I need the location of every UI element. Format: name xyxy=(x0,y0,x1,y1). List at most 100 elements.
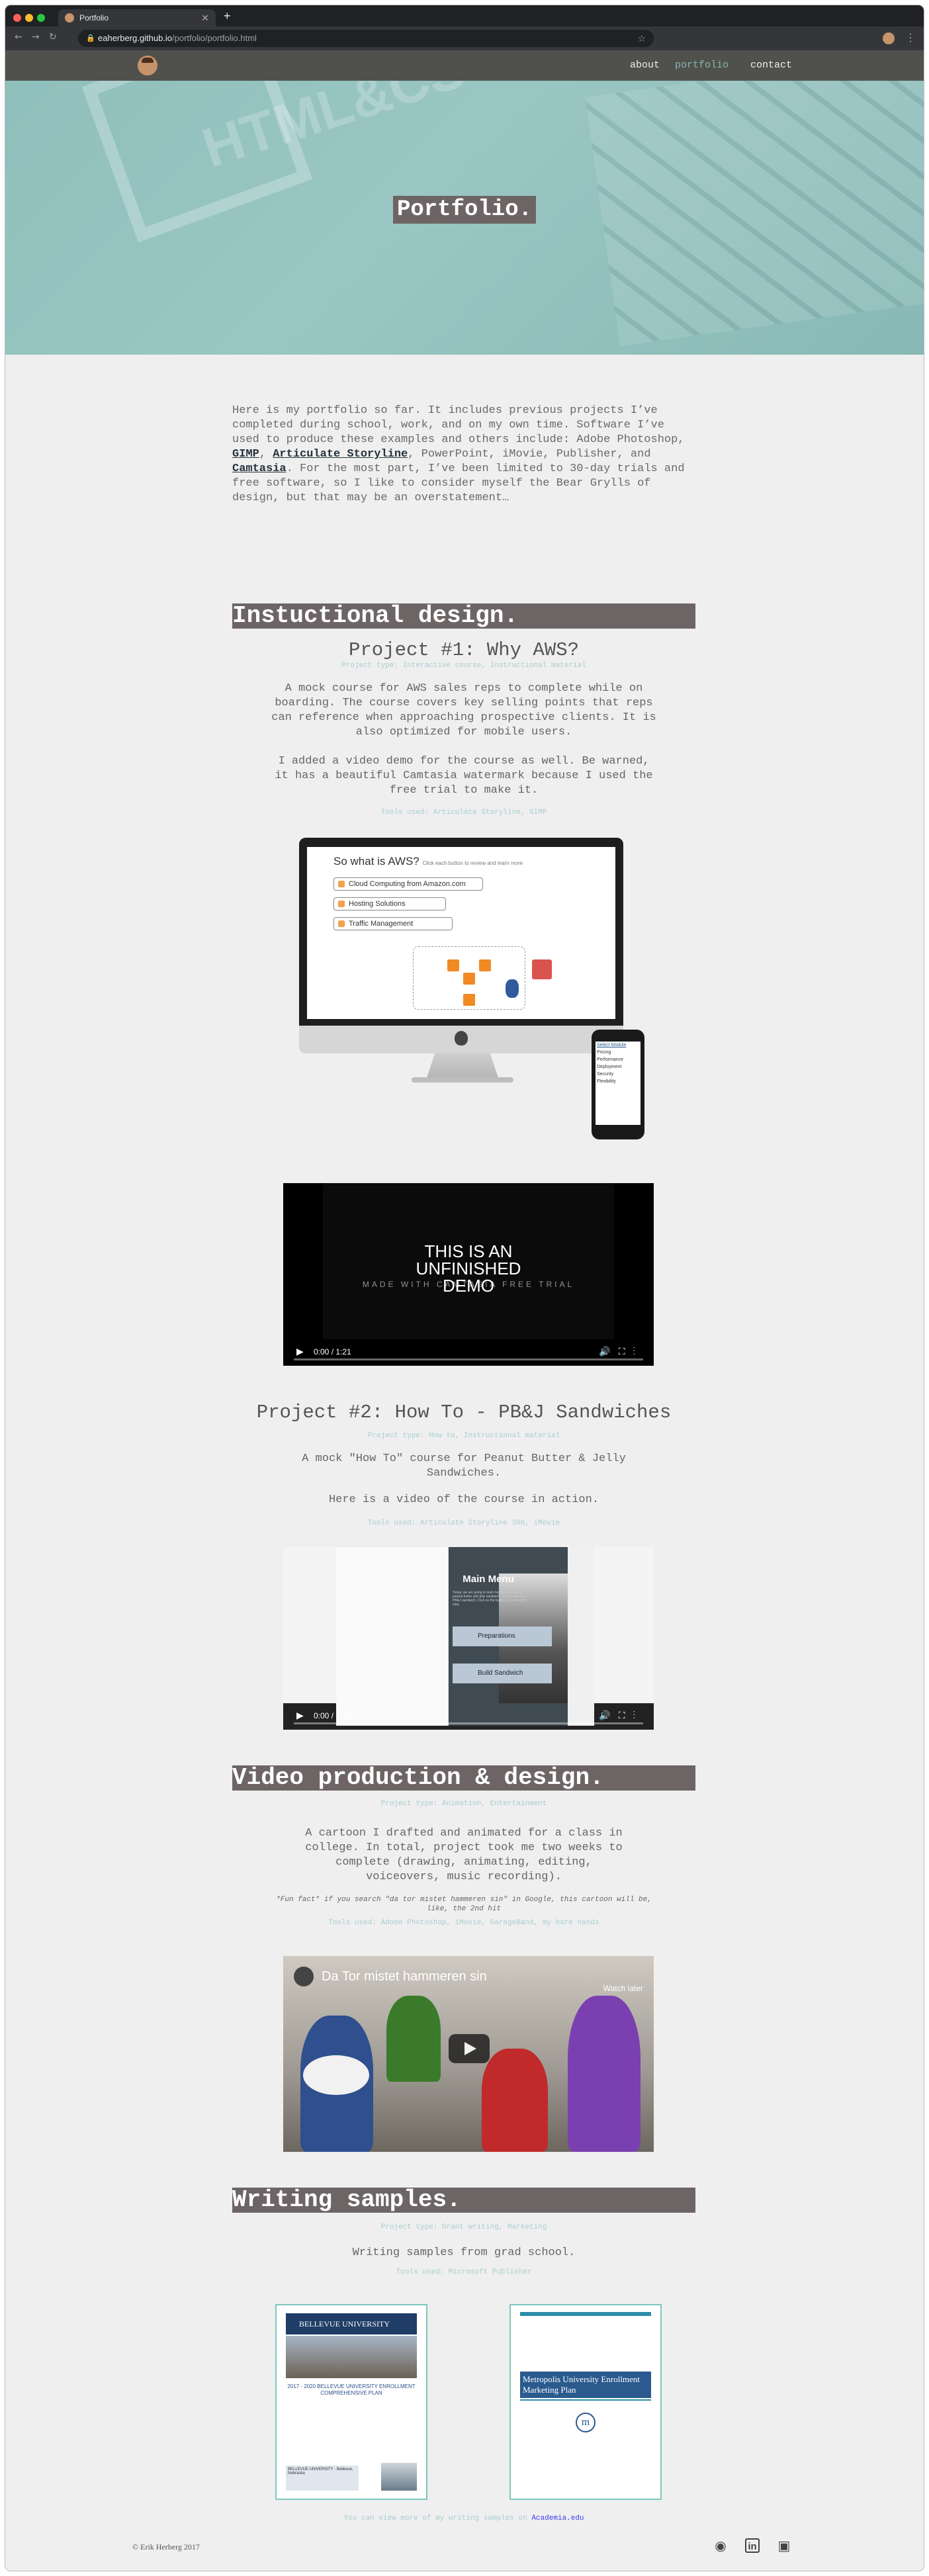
university-logo-icon: m xyxy=(576,2413,596,2432)
phone-item: Pricing xyxy=(597,1050,611,1055)
section-heading-writing: Writing samples. xyxy=(232,2188,695,2213)
doc-header: BELLEVUE UNIVERSITY xyxy=(286,2313,417,2334)
project1-video[interactable]: THIS IS AN UNFINISHED DEMO MADE WITH CAM… xyxy=(283,1183,654,1366)
github-icon[interactable]: ◉ xyxy=(713,2538,728,2553)
course-sidebar xyxy=(336,1547,449,1726)
window-controls xyxy=(13,13,49,25)
close-window-button[interactable] xyxy=(13,14,21,22)
minimize-window-button[interactable] xyxy=(25,14,33,22)
mock-button-hosting: Hosting Solutions xyxy=(333,897,446,910)
phone-item: Deployment xyxy=(597,1065,622,1069)
address-bar[interactable]: 🔒 eaherberg.github.io/portfolio/portfoli… xyxy=(78,30,654,47)
project1-description-2: I added a video demo for the course as w… xyxy=(275,755,653,797)
writing-sample-bellevue[interactable]: BELLEVUE UNIVERSITY 2017 - 2020 BELLEVUE… xyxy=(277,2305,426,2499)
project1-title: Project #1: Why AWS? xyxy=(348,639,580,661)
video-project-tools: Tools used: Adobe Photoshop, iMovie, Gar… xyxy=(328,1919,599,1927)
youtube-play-button[interactable] xyxy=(449,2034,490,2063)
project1-tools: Tools used: Articulate Storyline, GIMP xyxy=(380,809,547,817)
monitor-stand xyxy=(426,1053,499,1080)
course-right-margin xyxy=(568,1547,594,1726)
reload-icon[interactable]: ↻ xyxy=(49,32,57,42)
character-thor xyxy=(482,2049,548,2152)
browser-menu-icon[interactable]: ⋮ xyxy=(905,31,916,44)
bookmark-star-icon[interactable]: ☆ xyxy=(637,30,646,47)
gimp-link[interactable]: GIMP xyxy=(232,448,259,461)
intro-text-3: . For the most part, I’ve been limited t… xyxy=(232,463,685,504)
video-project-type: Project type: Animation, Entertainment xyxy=(380,1800,547,1808)
page: HTML&CSS about portfolio contact Portfol… xyxy=(5,50,924,2571)
aws-box-icon xyxy=(479,959,491,971)
play-icon[interactable]: ▶ xyxy=(296,1710,304,1721)
project1-type: Project type: Interactive course, Instru… xyxy=(341,662,586,670)
channel-avatar[interactable] xyxy=(294,1967,314,1986)
lock-icon: 🔒 xyxy=(86,34,95,42)
youtube-embed[interactable]: Da Tor mistet hammeren sin Watch later xyxy=(283,1956,654,2152)
nav-contact[interactable]: contact xyxy=(750,60,792,71)
play-icon[interactable]: ▶ xyxy=(296,1346,304,1357)
monitor-base xyxy=(412,1077,513,1083)
youtube-video-title[interactable]: Da Tor mistet hammeren sin xyxy=(322,1969,487,1984)
forward-icon[interactable]: → xyxy=(32,32,40,42)
aws-box-icon xyxy=(463,994,475,1006)
database-icon xyxy=(506,979,519,998)
writing-more-text: You can view more of my writing samples … xyxy=(343,2514,532,2522)
character-loki xyxy=(386,1996,441,2082)
writing-sample-metropolis[interactable]: Metropolis University Enrollment Marketi… xyxy=(511,2305,660,2499)
site-navbar: about portfolio contact xyxy=(5,50,924,81)
video-scrubber[interactable] xyxy=(294,1722,643,1724)
aws-box-icon xyxy=(463,973,475,985)
phone-item: Performance xyxy=(597,1057,624,1062)
aws-service-icon xyxy=(532,959,552,979)
video-time: 0:00 / 1:21 xyxy=(314,1347,351,1356)
back-icon[interactable]: ← xyxy=(15,32,22,42)
academia-link[interactable]: Academia.edu xyxy=(531,2514,584,2522)
project2-description: A mock "How To" course for Peanut Butter… xyxy=(302,1452,626,1480)
mock-button-traffic: Traffic Management xyxy=(333,917,453,930)
course-screenshot: So what is AWS? Click each button to rev… xyxy=(307,847,615,1019)
browser-toolbar: ← → ↻ 🔒 eaherberg.github.io/portfolio/po… xyxy=(5,26,924,50)
watch-later-button[interactable]: Watch later xyxy=(603,1984,643,1993)
camtasia-watermark: MADE WITH CAMTASIA FREE TRIAL xyxy=(362,1280,575,1289)
doc-footer: BELLEVUE UNIVERSITY · Bellevue, Nebraska xyxy=(286,2465,359,2491)
doc-cover-photo xyxy=(286,2336,417,2378)
favicon-icon xyxy=(65,13,74,22)
nav-about[interactable]: about xyxy=(630,60,660,71)
video-control-icons[interactable]: 🔊⛶⋮ xyxy=(599,1710,643,1721)
character-beard xyxy=(303,2055,369,2095)
course-preparations-button: Preparations xyxy=(453,1626,552,1646)
doc-title: Metropolis University Enrollment Marketi… xyxy=(520,2372,651,2398)
camtasia-link[interactable]: Camtasia xyxy=(232,463,287,475)
tab-title: Portfolio xyxy=(79,13,109,22)
instagram-icon[interactable]: ▣ xyxy=(777,2538,791,2553)
project2-type: Project type: How to, Instructional mate… xyxy=(367,1432,560,1440)
video-control-icons[interactable]: 🔊⛶⋮ xyxy=(599,1346,643,1357)
video-scrubber[interactable] xyxy=(294,1358,643,1360)
writing-tools: Tools used: Microsoft Publisher xyxy=(396,2268,532,2276)
avatar[interactable] xyxy=(138,56,157,75)
mock-button-cloud: Cloud Computing from Amazon.com xyxy=(333,877,483,891)
intro-paragraph: Here is my portfolio so far. It includes… xyxy=(232,404,695,506)
maximize-window-button[interactable] xyxy=(37,14,45,22)
browser-tab[interactable]: Portfolio ✕ xyxy=(58,9,216,26)
storyline-link[interactable]: Articulate Storyline xyxy=(273,448,408,461)
mock-course-title-text: So what is AWS? xyxy=(333,855,420,867)
linkedin-icon[interactable]: in xyxy=(745,2538,760,2553)
new-tab-button[interactable]: + xyxy=(224,9,231,23)
doc-stripe xyxy=(520,2312,651,2316)
close-tab-icon[interactable]: ✕ xyxy=(201,9,209,26)
project2-title: Project #2: How To - PB&J Sandwiches xyxy=(256,1401,672,1423)
video-controls: ▶ 0:00 / 1:21 🔊⛶⋮ xyxy=(283,1339,654,1366)
character-wizard xyxy=(568,1996,641,2152)
browser-tabbar: Portfolio ✕ + xyxy=(5,5,924,26)
video-time: 0:00 / 1:29 xyxy=(314,1711,351,1720)
nav-portfolio[interactable]: portfolio xyxy=(675,60,729,71)
url-path: /portfolio/portfolio.html xyxy=(172,33,257,43)
browser-window: Portfolio ✕ + ← → ↻ 🔒 eaherberg.github.i… xyxy=(5,5,924,2571)
project2-video[interactable]: Main Menu Today, we are going to learn h… xyxy=(283,1547,654,1730)
phone-item: Security xyxy=(597,1072,614,1077)
fun-fact: *Fun fact* if you search "da tor mistet … xyxy=(276,1896,652,1913)
section-heading-instructional: Instuctional design. xyxy=(232,603,695,629)
intro-sep: , xyxy=(259,448,273,461)
doc-divider xyxy=(520,2399,651,2401)
profile-avatar-icon[interactable] xyxy=(883,32,895,44)
